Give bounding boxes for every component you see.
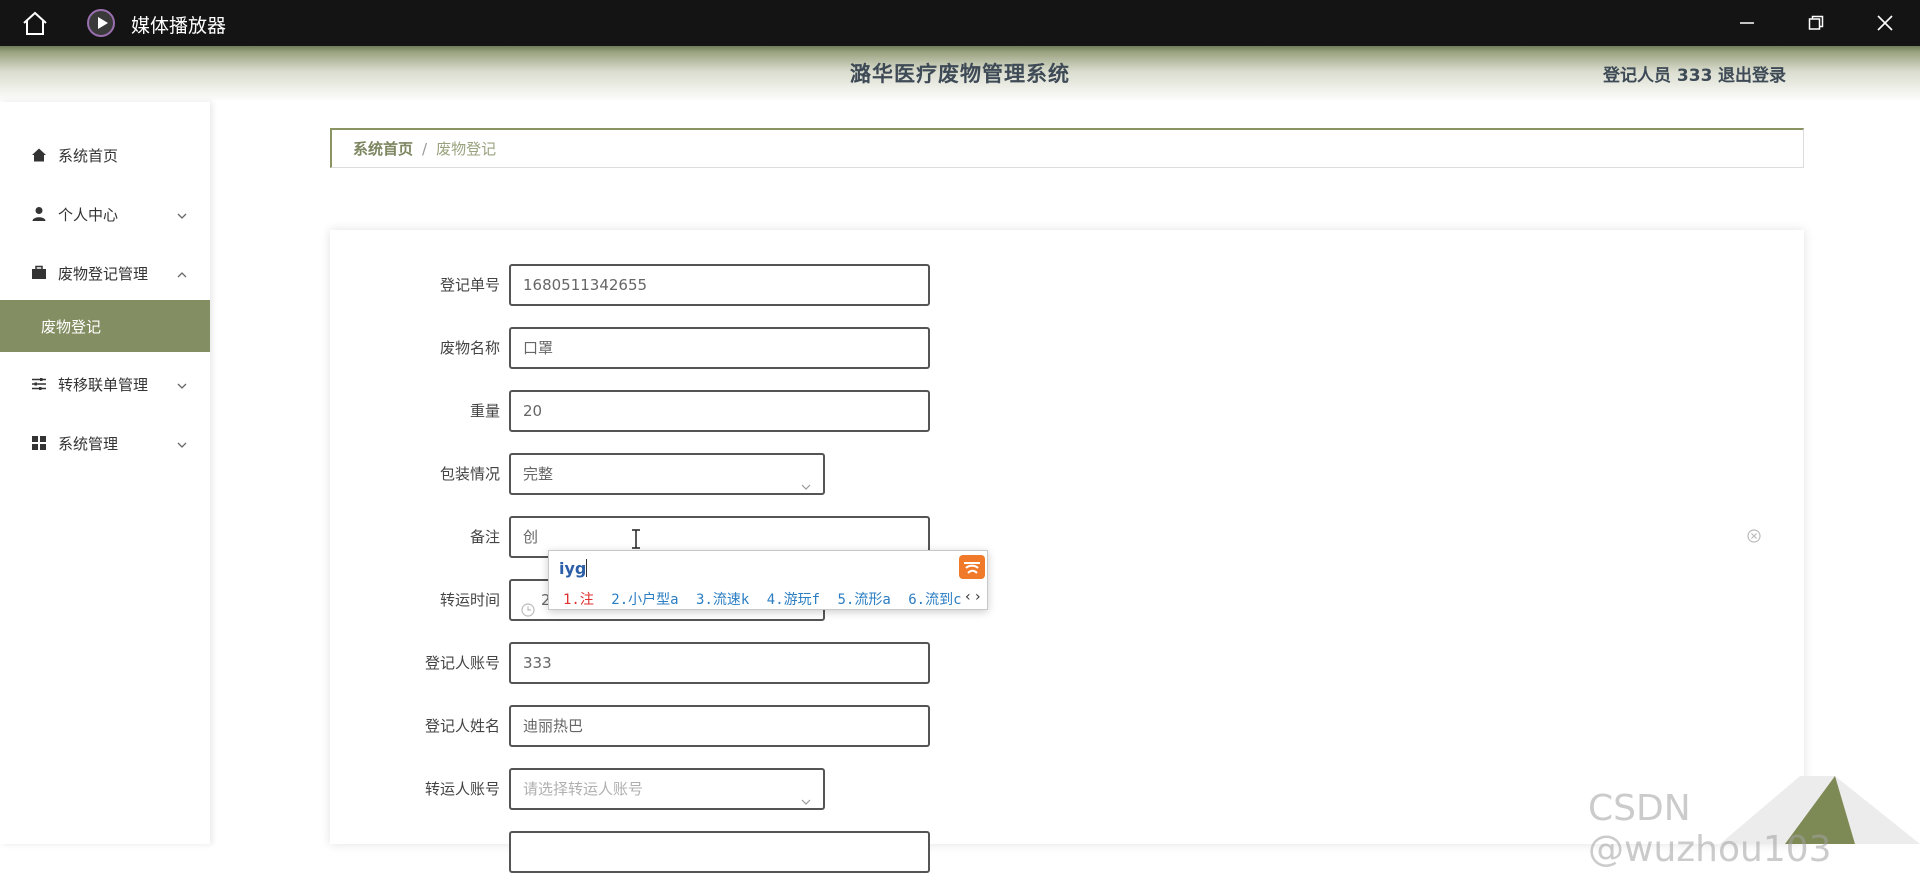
sliders-icon xyxy=(31,376,47,392)
transporter-account-select[interactable]: 请选择转运人账号 xyxy=(509,768,825,810)
close-button[interactable] xyxy=(1850,0,1920,46)
home-icon[interactable] xyxy=(18,9,52,37)
weight-input[interactable]: 20 xyxy=(509,390,930,432)
form-label: 登记人账号 xyxy=(424,654,500,672)
restore-button[interactable] xyxy=(1781,0,1851,46)
form-row-waste-name: 废物名称 口罩 xyxy=(330,327,1804,369)
sidebar-item-label: 废物登记管理 xyxy=(58,264,149,283)
ime-caret xyxy=(586,559,587,577)
packaging-select-value: 完整 xyxy=(523,465,554,483)
chevron-down-icon xyxy=(176,208,188,220)
ime-candidate[interactable]: 4.游玩f xyxy=(767,592,820,608)
ime-candidate[interactable]: 5.流形a xyxy=(838,592,891,608)
ime-candidate[interactable]: 6.流到c xyxy=(908,592,961,608)
home-icon xyxy=(31,147,47,163)
form-label: 备注 xyxy=(469,528,500,546)
grid-icon xyxy=(31,435,47,451)
chevron-up-icon xyxy=(176,267,188,279)
ime-logo-icon[interactable] xyxy=(959,555,985,579)
form-label: 重量 xyxy=(469,402,500,420)
ime-page-nav[interactable]: ‹ › xyxy=(965,589,981,605)
breadcrumb-current: 废物登记 xyxy=(436,140,497,158)
ime-candidate[interactable]: 3.流速k xyxy=(696,592,749,608)
next-field-input[interactable] xyxy=(509,831,930,873)
window-titlebar: 媒体播放器 xyxy=(0,0,1920,46)
sidebar-item-home[interactable]: 系统首页 xyxy=(0,130,210,180)
registration-no-input[interactable]: 1680511342655 xyxy=(509,264,930,306)
sidebar: 系统首页 个人中心 废物登记管理 废物登记 转移联单管理 系统管理 xyxy=(0,102,210,844)
registrant-name-input[interactable]: 迪丽热巴 xyxy=(509,705,930,747)
registrant-account-input[interactable]: 333 xyxy=(509,642,930,684)
breadcrumb: 系统首页 / 废物登记 xyxy=(330,128,1804,168)
ime-candidate-popup: iyg 1.注 2.小户型a 3.流速k 4.游玩f 5.流形a 6.流到c ‹… xyxy=(548,550,988,610)
form-row-registration-no: 登记单号 1680511342655 xyxy=(330,264,1804,306)
sidebar-item-waste-registration-mgmt[interactable]: 废物登记管理 xyxy=(0,248,210,298)
clear-icon[interactable] xyxy=(1747,528,1761,543)
app-header: 潞华医疗废物管理系统 登记人员 333 退出登录 xyxy=(0,46,1920,102)
briefcase-icon xyxy=(31,265,47,281)
form-row-transporter-account: 转运人账号 请选择转运人账号 xyxy=(330,768,1804,810)
ime-candidate[interactable]: 1.注 xyxy=(563,592,594,608)
window-title: 媒体播放器 xyxy=(131,15,227,37)
sidebar-item-personal-center[interactable]: 个人中心 xyxy=(0,189,210,239)
sidebar-item-system-mgmt[interactable]: 系统管理 xyxy=(0,418,210,468)
sidebar-item-label: 系统管理 xyxy=(58,434,119,453)
sidebar-item-label: 个人中心 xyxy=(58,205,119,224)
chevron-down-icon xyxy=(176,378,188,390)
breadcrumb-separator: / xyxy=(422,139,428,158)
sidebar-item-label: 废物登记 xyxy=(41,317,102,336)
breadcrumb-home-link[interactable]: 系统首页 xyxy=(353,138,413,159)
registration-form: 登记单号 1680511342655 废物名称 口罩 重量 20 包装情况 完整… xyxy=(330,230,1804,873)
form-label: 转运时间 xyxy=(439,591,500,609)
current-user-label: 登记人员 333 xyxy=(1603,66,1713,86)
form-label: 转运人账号 xyxy=(424,780,500,798)
form-row-packaging: 包装情况 完整 xyxy=(330,453,1804,495)
chevron-down-icon xyxy=(801,783,811,805)
sidebar-item-transfer-manifest-mgmt[interactable]: 转移联单管理 xyxy=(0,359,210,409)
form-label: 废物名称 xyxy=(439,339,500,357)
form-label: 包装情况 xyxy=(439,465,500,483)
media-player-logo-icon xyxy=(87,9,115,37)
chevron-down-icon xyxy=(176,437,188,449)
ime-candidate[interactable]: 2.小户型a xyxy=(611,592,678,608)
logout-link[interactable]: 退出登录 xyxy=(1718,61,1786,86)
form-row-registrant-name: 登记人姓名 迪丽热巴 xyxy=(330,705,1804,747)
packaging-select[interactable]: 完整 xyxy=(509,453,825,495)
sidebar-item-label: 系统首页 xyxy=(58,146,119,165)
watermark-text: CSDN @wuzhou103 xyxy=(1588,788,1832,870)
waste-name-input[interactable]: 口罩 xyxy=(509,327,930,369)
user-icon xyxy=(31,206,47,222)
form-row-weight: 重量 20 xyxy=(330,390,1804,432)
text-cursor-icon xyxy=(631,529,641,549)
ime-candidate-list: 1.注 2.小户型a 3.流速k 4.游玩f 5.流形a 6.流到c xyxy=(563,589,971,609)
sidebar-item-label: 转移联单管理 xyxy=(58,375,149,394)
clock-icon xyxy=(521,593,535,631)
minimize-button[interactable] xyxy=(1712,0,1782,46)
form-label: 登记人姓名 xyxy=(424,717,500,735)
transporter-account-placeholder: 请选择转运人账号 xyxy=(523,780,644,798)
sidebar-item-waste-registration[interactable]: 废物登记 xyxy=(0,300,210,352)
form-row-next xyxy=(330,831,1804,873)
ime-input-text: iyg xyxy=(559,559,587,578)
form-label: 登记单号 xyxy=(439,276,500,294)
form-row-registrant-account: 登记人账号 333 xyxy=(330,642,1804,684)
chevron-down-icon xyxy=(801,468,811,490)
